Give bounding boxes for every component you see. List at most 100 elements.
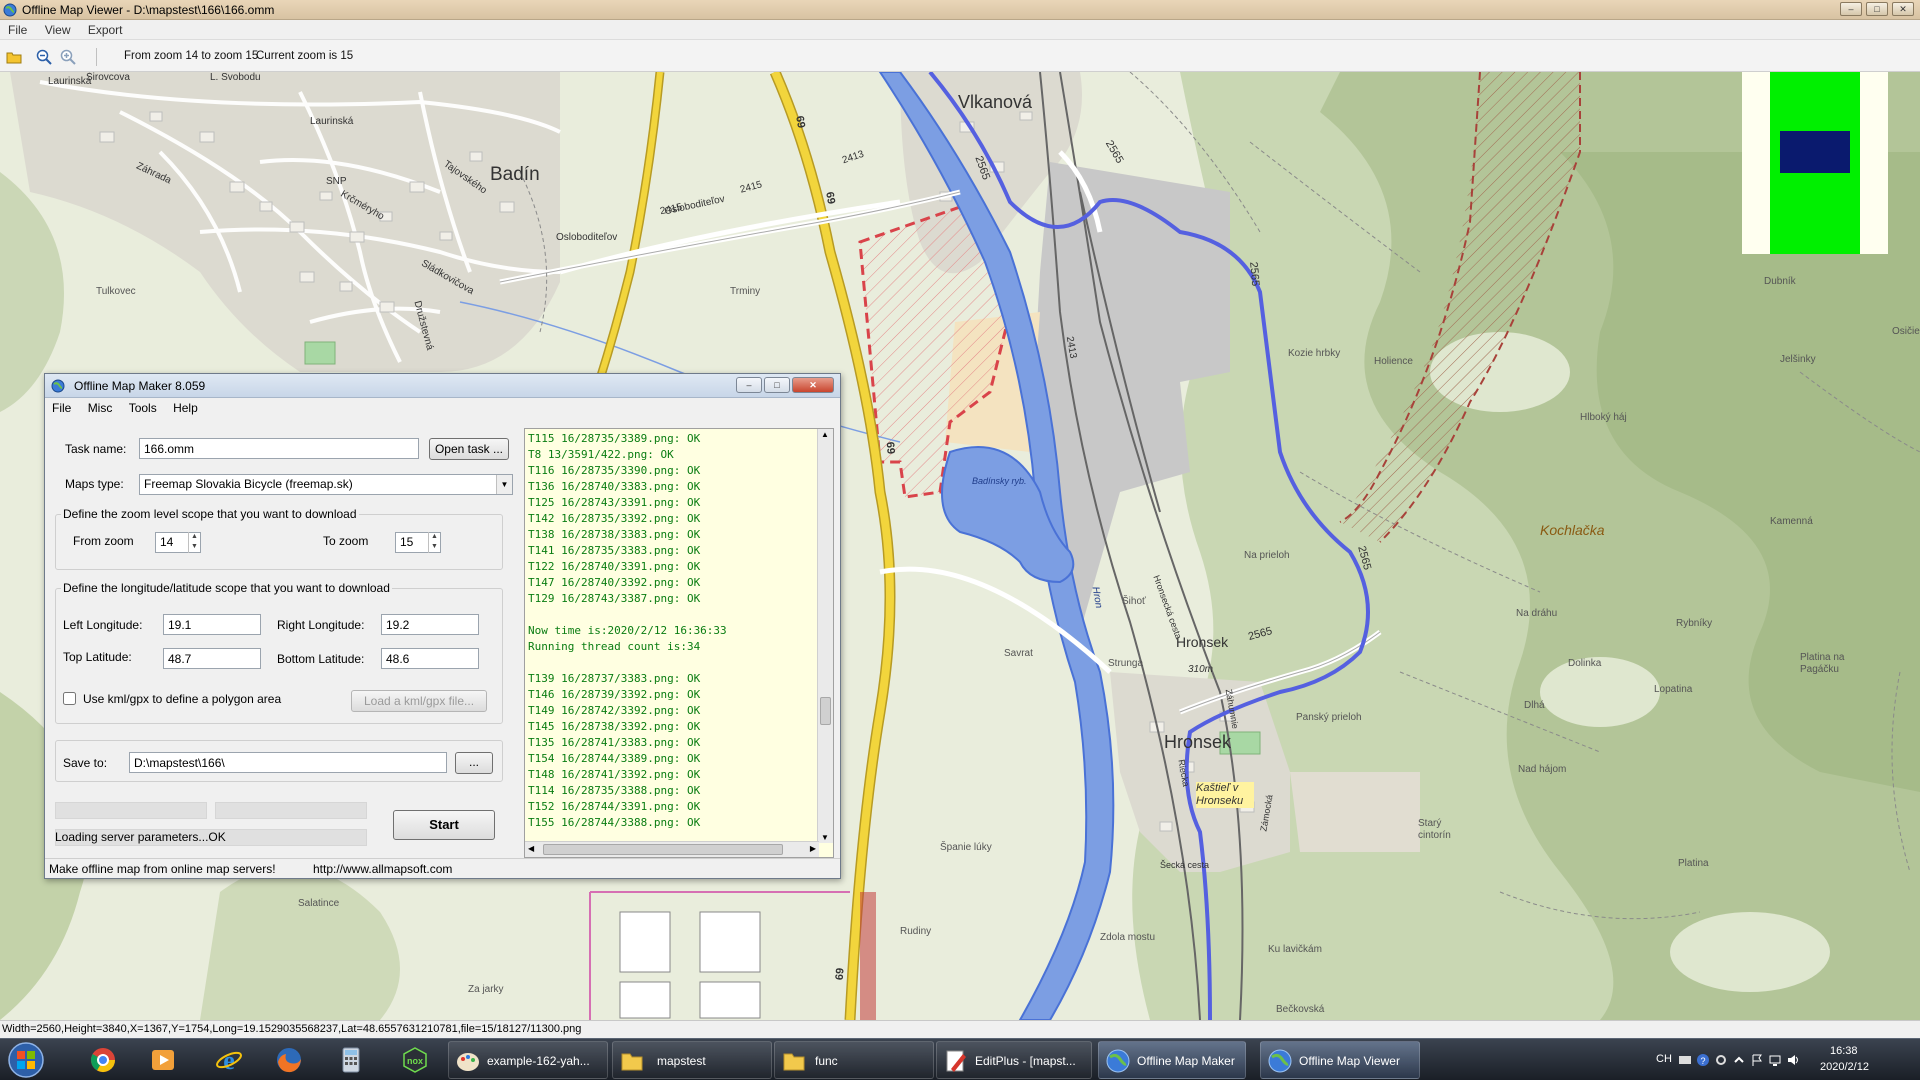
keyboard-icon[interactable] [1678,1053,1692,1067]
volume-icon[interactable] [1786,1053,1800,1067]
zoom-range-text: From zoom 14 to zoom 15 [124,50,259,62]
scroll-right-icon[interactable]: ▶ [810,844,816,853]
from-zoom-spinner[interactable]: 14 ▲ ▼ [155,532,201,553]
scroll-down-icon[interactable]: ▼ [821,833,829,842]
right-longitude-input[interactable] [381,614,479,635]
map-label-altitude: 310m [1188,664,1214,675]
menu-view[interactable]: View [37,20,77,37]
menubar: File View Export [0,20,1920,40]
dialog-close-button[interactable]: ✕ [792,377,834,393]
log-horizontal-scrollbar[interactable]: ◀ ▶ [525,841,819,857]
dialog-menu-help[interactable]: Help [166,399,204,415]
menu-file[interactable]: File [0,20,33,37]
globe-icon [51,379,65,393]
log-lines: T115 16/28735/3389.png: OK T8 13/3591/422… [528,431,727,831]
kml-checkbox[interactable] [63,692,76,705]
to-zoom-spinner[interactable]: 15 ▲ ▼ [395,532,441,553]
save-to-input[interactable] [129,752,447,773]
window-titlebar: Offline Map Viewer - D:\mapstest\166\166… [0,0,1920,20]
dialog-menu-tools[interactable]: Tools [122,399,163,415]
log-vertical-scrollbar[interactable]: ▲ ▼ [817,429,833,843]
taskbar-item-example[interactable]: example-162-yah... [448,1041,608,1079]
close-button[interactable]: ✕ [1892,2,1914,16]
help-icon[interactable]: ? [1696,1053,1710,1067]
taskbar-item-label: EditPlus - [mapst... [975,1054,1076,1068]
overview-viewport-rect[interactable] [1780,131,1850,173]
dialog-menu-misc[interactable]: Misc [81,399,119,415]
open-folder-icon[interactable] [6,49,22,65]
map-label-place: Bečkovská [1276,1004,1325,1015]
left-longitude-input[interactable] [163,614,261,635]
firefox-icon[interactable] [272,1045,306,1075]
log-line: Running thread count is:34 [528,640,701,653]
scroll-up-icon[interactable]: ▲ [821,430,829,439]
map-label-place: Hlboký háj [1580,412,1627,423]
menu-export[interactable]: Export [80,20,129,37]
maximize-button[interactable]: □ [1866,2,1888,16]
dialog-footer-url[interactable]: http://www.allmapsoft.com [313,862,452,876]
taskbar-item-mapstest[interactable]: mapstest [612,1041,772,1079]
calculator-icon[interactable] [334,1045,368,1075]
maps-type-value: Freemap Slovakia Bicycle (freemap.sk) [144,477,353,491]
taskbar-item-offline-map-viewer[interactable]: Offline Map Viewer [1260,1041,1420,1079]
taskbar-item-offline-map-maker[interactable]: Offline Map Maker [1098,1041,1246,1079]
settings-icon[interactable] [1714,1053,1728,1067]
load-kml-button[interactable]: Load a kml/gpx file... [351,690,487,712]
taskbar-item-label: Offline Map Viewer [1299,1054,1400,1068]
log-line: T139 16/28737/3383.png: OK [528,672,701,685]
top-latitude-input[interactable] [163,648,261,669]
scrollbar-thumb[interactable] [820,697,831,725]
spinner-arrows-icon[interactable]: ▲ ▼ [188,532,200,553]
map-label-place: Zdola mostu [1100,932,1156,943]
chevron-up-icon[interactable] [1732,1053,1746,1067]
window-controls: – □ ✕ [1840,2,1914,16]
map-label-street: Širovcova [86,72,130,83]
clock-date[interactable]: 2020/2/12 [1820,1061,1869,1073]
nox-player-icon[interactable]: nox [398,1045,432,1075]
map-status-bar: Width=2560,Height=3840,X=1367,Y=1754,Lon… [0,1020,1920,1038]
flag-icon[interactable] [1750,1053,1764,1067]
dialog-titlebar[interactable]: Offline Map Maker 8.059 – □ ✕ [45,374,840,398]
dialog-maximize-button[interactable]: □ [764,377,790,393]
task-name-input[interactable] [139,438,419,459]
zoom-out-icon[interactable] [36,49,52,65]
windows-taskbar: e nox example-162-yah... mapstest func E… [0,1038,1920,1080]
overview-minimap[interactable] [1742,72,1888,254]
dialog-menu-file[interactable]: File [45,399,77,415]
dialog-minimize-button[interactable]: – [736,377,762,393]
scroll-left-icon[interactable]: ◀ [528,844,534,853]
chrome-icon[interactable] [86,1045,120,1075]
minimize-button[interactable]: – [1840,2,1862,16]
log-textarea[interactable]: T115 16/28735/3389.png: OK T8 13/3591/422… [524,428,834,858]
network-icon[interactable] [1768,1053,1782,1067]
road-number-label: 69 [833,967,847,981]
taskbar-item-func[interactable]: func [774,1041,934,1079]
internet-explorer-icon[interactable]: e [212,1045,246,1075]
browse-button[interactable]: ... [455,752,493,774]
folder-icon [621,1053,643,1071]
map-label-place: Trminy [730,286,761,297]
media-player-icon[interactable] [146,1045,180,1075]
dialog-controls: – □ ✕ [736,377,834,393]
maps-type-select[interactable]: Freemap Slovakia Bicycle (freemap.sk) ▼ [139,474,513,495]
log-line: T136 16/28740/3383.png: OK [528,480,701,493]
map-label-kastiel: Kaštieľ v Hronseku [1196,782,1254,808]
task-name-label: Task name: [65,442,127,456]
chevron-down-icon[interactable]: ▼ [496,475,512,494]
spinner-arrows-icon[interactable]: ▲ ▼ [428,532,440,553]
input-language-indicator[interactable]: CH [1656,1053,1672,1065]
dialog-menubar: File Misc Tools Help [45,399,840,417]
map-label-place: Rudiny [900,926,932,937]
editplus-icon [946,1050,966,1072]
start-button[interactable] [2,1040,50,1080]
dialog-statusbar: Make offline map from online map servers… [45,858,840,878]
taskbar-item-editplus[interactable]: EditPlus - [mapst... [936,1041,1092,1079]
log-line: T155 16/28744/3388.png: OK [528,816,701,829]
clock-time[interactable]: 16:38 [1830,1045,1858,1057]
zoom-in-icon[interactable] [60,49,76,65]
open-task-button[interactable]: Open task ... [429,438,509,460]
start-button[interactable]: Start [393,810,495,840]
svg-text:e: e [223,1046,235,1075]
bottom-latitude-input[interactable] [381,648,479,669]
scrollbar-thumb[interactable] [543,844,783,855]
